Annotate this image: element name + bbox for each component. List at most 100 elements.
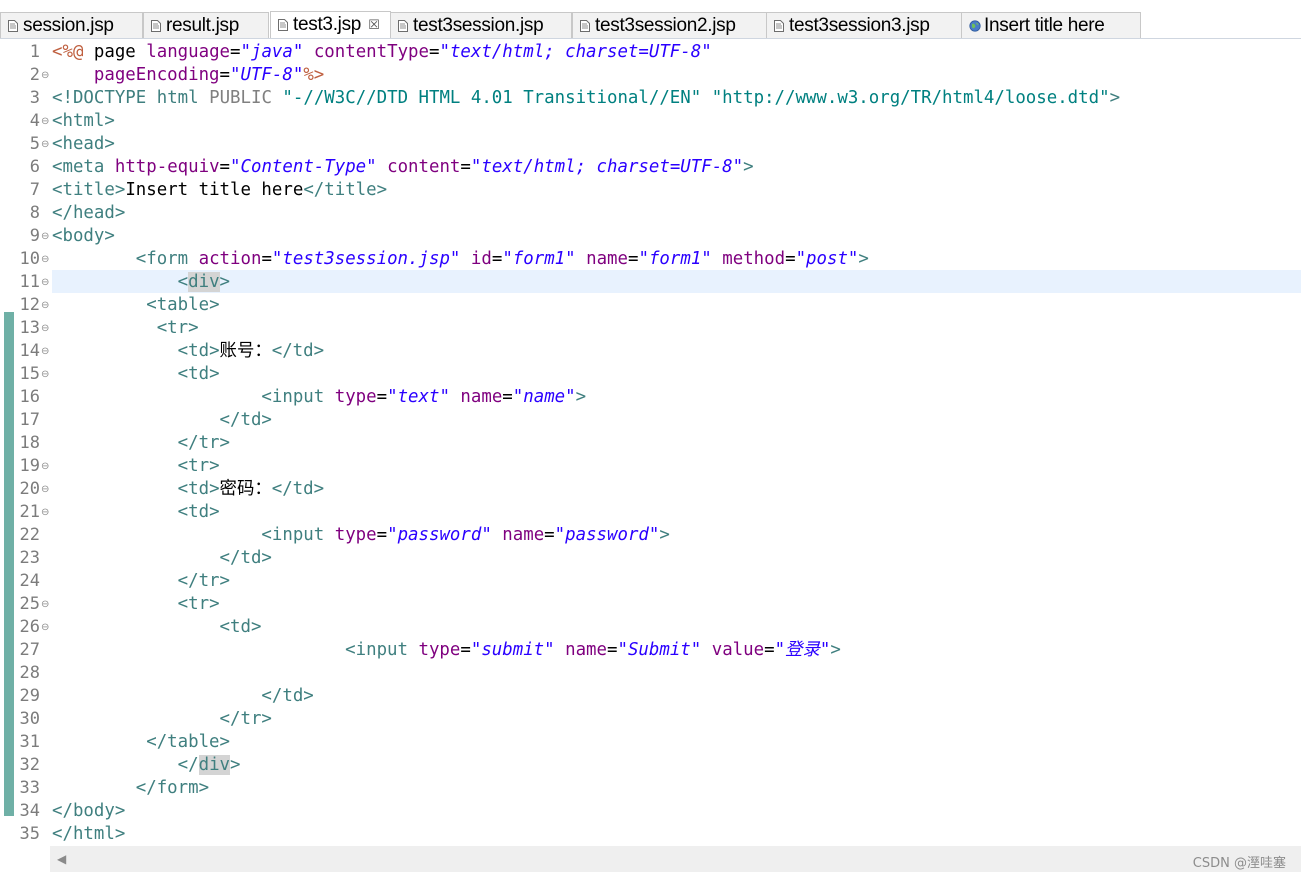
code-line[interactable]: </html> (52, 823, 125, 846)
code-line[interactable]: <title>Insert title here</title> (52, 179, 387, 202)
code-line[interactable]: </tr> (52, 432, 230, 455)
line-number: 33 (19, 778, 40, 798)
tab-session-jsp[interactable]: session.jsp (0, 12, 143, 38)
line-number: 11 (19, 272, 40, 292)
jsp-file-icon (278, 19, 288, 31)
horizontal-scrollbar[interactable] (50, 846, 1301, 872)
line-number: 13 (19, 318, 40, 338)
line-number: 14 (19, 341, 40, 361)
fold-toggle-icon[interactable]: ⊖ (41, 133, 49, 156)
fold-toggle-icon[interactable]: ⊖ (41, 317, 49, 340)
code-line[interactable]: </td> (52, 547, 272, 570)
code-line[interactable]: <meta http-equiv="Content-Type" content=… (52, 156, 754, 179)
tab-label: test3session.jsp (413, 14, 544, 36)
tab-label: result.jsp (166, 14, 240, 36)
code-line[interactable]: <td>密码：</td> (52, 478, 324, 501)
fold-toggle-icon[interactable]: ⊖ (41, 225, 49, 248)
code-line[interactable]: <tr> (52, 455, 220, 478)
line-number: 1 (29, 42, 40, 62)
code-line[interactable]: <input type="password" name="password"> (52, 524, 669, 547)
line-number: 6 (29, 157, 40, 177)
code-line[interactable]: </head> (52, 202, 125, 225)
line-number: 29 (19, 686, 40, 706)
fold-toggle-icon[interactable]: ⊖ (41, 340, 49, 363)
jsp-file-icon (151, 19, 161, 32)
jsp-file-icon (8, 19, 18, 32)
tab-result-jsp[interactable]: result.jsp (143, 12, 269, 38)
scroll-left-arrow-icon[interactable]: ◀ (57, 852, 66, 866)
code-line[interactable]: </form> (52, 777, 209, 800)
fold-toggle-icon[interactable]: ⊖ (41, 363, 49, 386)
code-line[interactable]: <html> (52, 110, 115, 133)
fold-toggle-icon[interactable]: ⊖ (41, 616, 49, 639)
fold-toggle-icon[interactable]: ⊖ (41, 593, 49, 616)
line-number: 3 (29, 88, 40, 108)
line-number: 18 (19, 433, 40, 453)
tab-label: session.jsp (23, 14, 114, 36)
code-line[interactable]: </td> (52, 685, 313, 708)
line-number: 10 (19, 249, 40, 269)
code-line[interactable]: <%@ page language="java" contentType="te… (52, 41, 712, 64)
line-number: 4 (29, 111, 40, 131)
line-number: 19 (19, 456, 40, 476)
line-number: 20 (19, 479, 40, 499)
line-number: 25 (19, 594, 40, 614)
code-line[interactable]: <div> (52, 271, 230, 294)
watermark: CSDN @溼哇塞 (1192, 856, 1286, 871)
code-line[interactable]: pageEncoding="UTF-8"%> (52, 64, 324, 87)
fold-toggle-icon[interactable]: ⊖ (41, 248, 49, 271)
code-line[interactable]: </td> (52, 409, 272, 432)
line-number: 15 (19, 364, 40, 384)
code-editor[interactable]: 1 2 ⊖ 3 4 ⊖ 5 ⊖ 6 7 8 9 ⊖ 10 ⊖ 11 ⊖ 12 ⊖ 13 ⊖ 14 ⊖ 15 ⊖ 16 17 18 19 ⊖… (0, 40, 1301, 846)
code-line[interactable]: </table> (52, 731, 230, 754)
current-line-highlight (52, 270, 1301, 293)
code-line[interactable]: <input type="text" name="name"> (52, 386, 586, 409)
line-number: 35 (19, 824, 40, 844)
line-number: 32 (19, 755, 40, 775)
code-line[interactable]: <td>账号：</td> (52, 340, 324, 363)
line-number: 30 (19, 709, 40, 729)
code-line[interactable]: <head> (52, 133, 115, 156)
line-number: 5 (29, 134, 40, 154)
line-number: 9 (29, 226, 40, 246)
line-number: 23 (19, 548, 40, 568)
fold-toggle-icon[interactable]: ⊖ (41, 478, 49, 501)
fold-toggle-icon[interactable]: ⊖ (41, 271, 49, 294)
line-number: 7 (29, 180, 40, 200)
tab-label: test3session3.jsp (789, 14, 930, 36)
jsp-file-icon (774, 19, 784, 32)
line-number: 8 (29, 203, 40, 223)
fold-toggle-icon[interactable]: ⊖ (41, 110, 49, 133)
line-number: 12 (19, 295, 40, 315)
code-line[interactable]: </body> (52, 800, 125, 823)
tab-test3session3-jsp[interactable]: test3session3.jsp (766, 12, 962, 38)
tab-label: Insert title here (984, 14, 1105, 36)
fold-toggle-icon[interactable]: ⊖ (41, 455, 49, 478)
jsp-file-icon (580, 19, 590, 32)
code-line[interactable]: <form action="test3session.jsp" id="form… (52, 248, 869, 271)
tab-test3session-jsp[interactable]: test3session.jsp (390, 12, 572, 38)
code-line[interactable]: <table> (52, 294, 219, 317)
code-line[interactable]: <body> (52, 225, 115, 248)
code-line[interactable]: <!DOCTYPE html PUBLIC "-//W3C//DTD HTML … (52, 87, 1120, 110)
code-line[interactable]: <td> (52, 616, 262, 639)
line-number: 31 (19, 732, 40, 752)
line-number: 16 (19, 387, 40, 407)
fold-toggle-icon[interactable]: ⊖ (41, 501, 49, 524)
code-line[interactable]: </div> (52, 754, 241, 777)
tab-test3-jsp[interactable]: test3.jsp ☒ (270, 11, 391, 38)
line-number: 34 (19, 801, 40, 821)
tab-insert-title-here[interactable]: Insert title here (961, 12, 1141, 38)
code-line[interactable]: <tr> (52, 593, 220, 616)
close-tab-icon[interactable]: ☒ (368, 18, 380, 33)
code-line[interactable]: <td> (52, 501, 220, 524)
fold-toggle-icon[interactable]: ⊖ (41, 294, 49, 317)
jsp-file-icon (398, 19, 408, 32)
code-line[interactable]: </tr> (52, 570, 230, 593)
code-line[interactable]: <td> (52, 363, 220, 386)
code-line[interactable]: <tr> (52, 317, 199, 340)
code-line[interactable]: <input type="submit" name="Submit" value… (52, 639, 841, 662)
fold-toggle-icon[interactable]: ⊖ (41, 64, 49, 87)
code-line[interactable]: </tr> (52, 708, 272, 731)
tab-test3session2-jsp[interactable]: test3session2.jsp (572, 12, 767, 38)
